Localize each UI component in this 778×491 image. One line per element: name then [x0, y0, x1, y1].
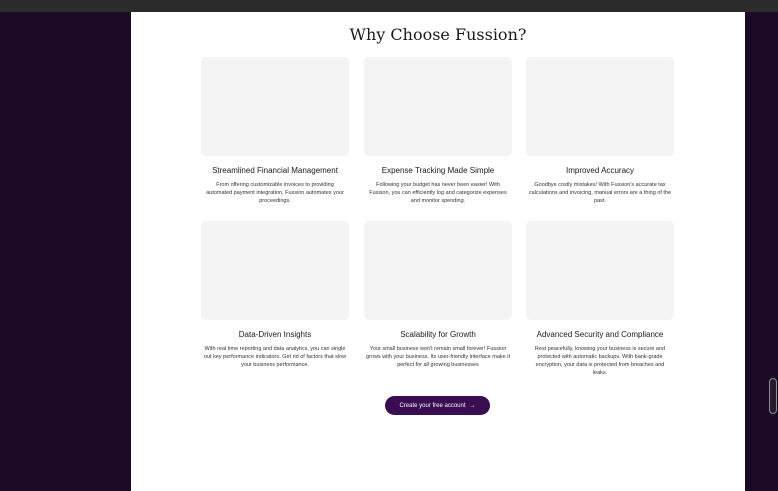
scrollbar-thumb[interactable]	[769, 378, 777, 414]
feature-image-placeholder	[526, 221, 674, 320]
feature-description: With real time reporting and data analyt…	[203, 346, 347, 368]
feature-image-placeholder	[201, 221, 349, 320]
arrow-right-icon: →	[469, 402, 476, 409]
feature-title: Data-Driven Insights	[238, 330, 312, 339]
create-account-button[interactable]: Create your free account →	[385, 396, 490, 415]
create-account-label: Create your free account	[399, 402, 466, 409]
top-bar	[0, 0, 778, 12]
section-title: Why Choose Fussion?	[349, 25, 527, 44]
feature-title: Streamlined Financial Management	[212, 166, 338, 175]
feature-title: Expense Tracking Made Simple	[381, 166, 495, 175]
feature-card: Data-Driven Insights With real time repo…	[201, 221, 349, 369]
feature-image-placeholder	[364, 221, 512, 320]
feature-description: Your small business won't remain small f…	[366, 346, 510, 368]
feature-card: Streamlined Financial Management From of…	[201, 57, 349, 205]
feature-card: Scalability for Growth Your small busine…	[364, 221, 512, 369]
feature-image-placeholder	[526, 57, 674, 156]
feature-title: Scalability for Growth	[400, 330, 476, 339]
feature-title: Improved Accuracy	[565, 166, 635, 175]
feature-image-placeholder	[201, 57, 349, 156]
feature-image-placeholder	[364, 57, 512, 156]
feature-title: Advanced Security and Compliance	[536, 330, 664, 339]
right-dark-panel	[745, 12, 778, 491]
left-dark-panel	[0, 12, 131, 491]
features-section: Why Choose Fussion? Streamlined Financia…	[131, 12, 745, 491]
feature-card: Expense Tracking Made Simple Following y…	[364, 57, 512, 205]
feature-card: Improved Accuracy Goodbye costly mistake…	[526, 57, 674, 205]
feature-description: Rest peacefully, knowing your business i…	[534, 346, 666, 376]
feature-description: Following your budget has never been eas…	[369, 182, 507, 204]
feature-card: Advanced Security and Compliance Rest pe…	[526, 221, 674, 377]
feature-description: Goodbye costly mistakes! With Fussion's …	[528, 182, 672, 204]
feature-description: From offering customizable invoices to p…	[206, 182, 344, 204]
